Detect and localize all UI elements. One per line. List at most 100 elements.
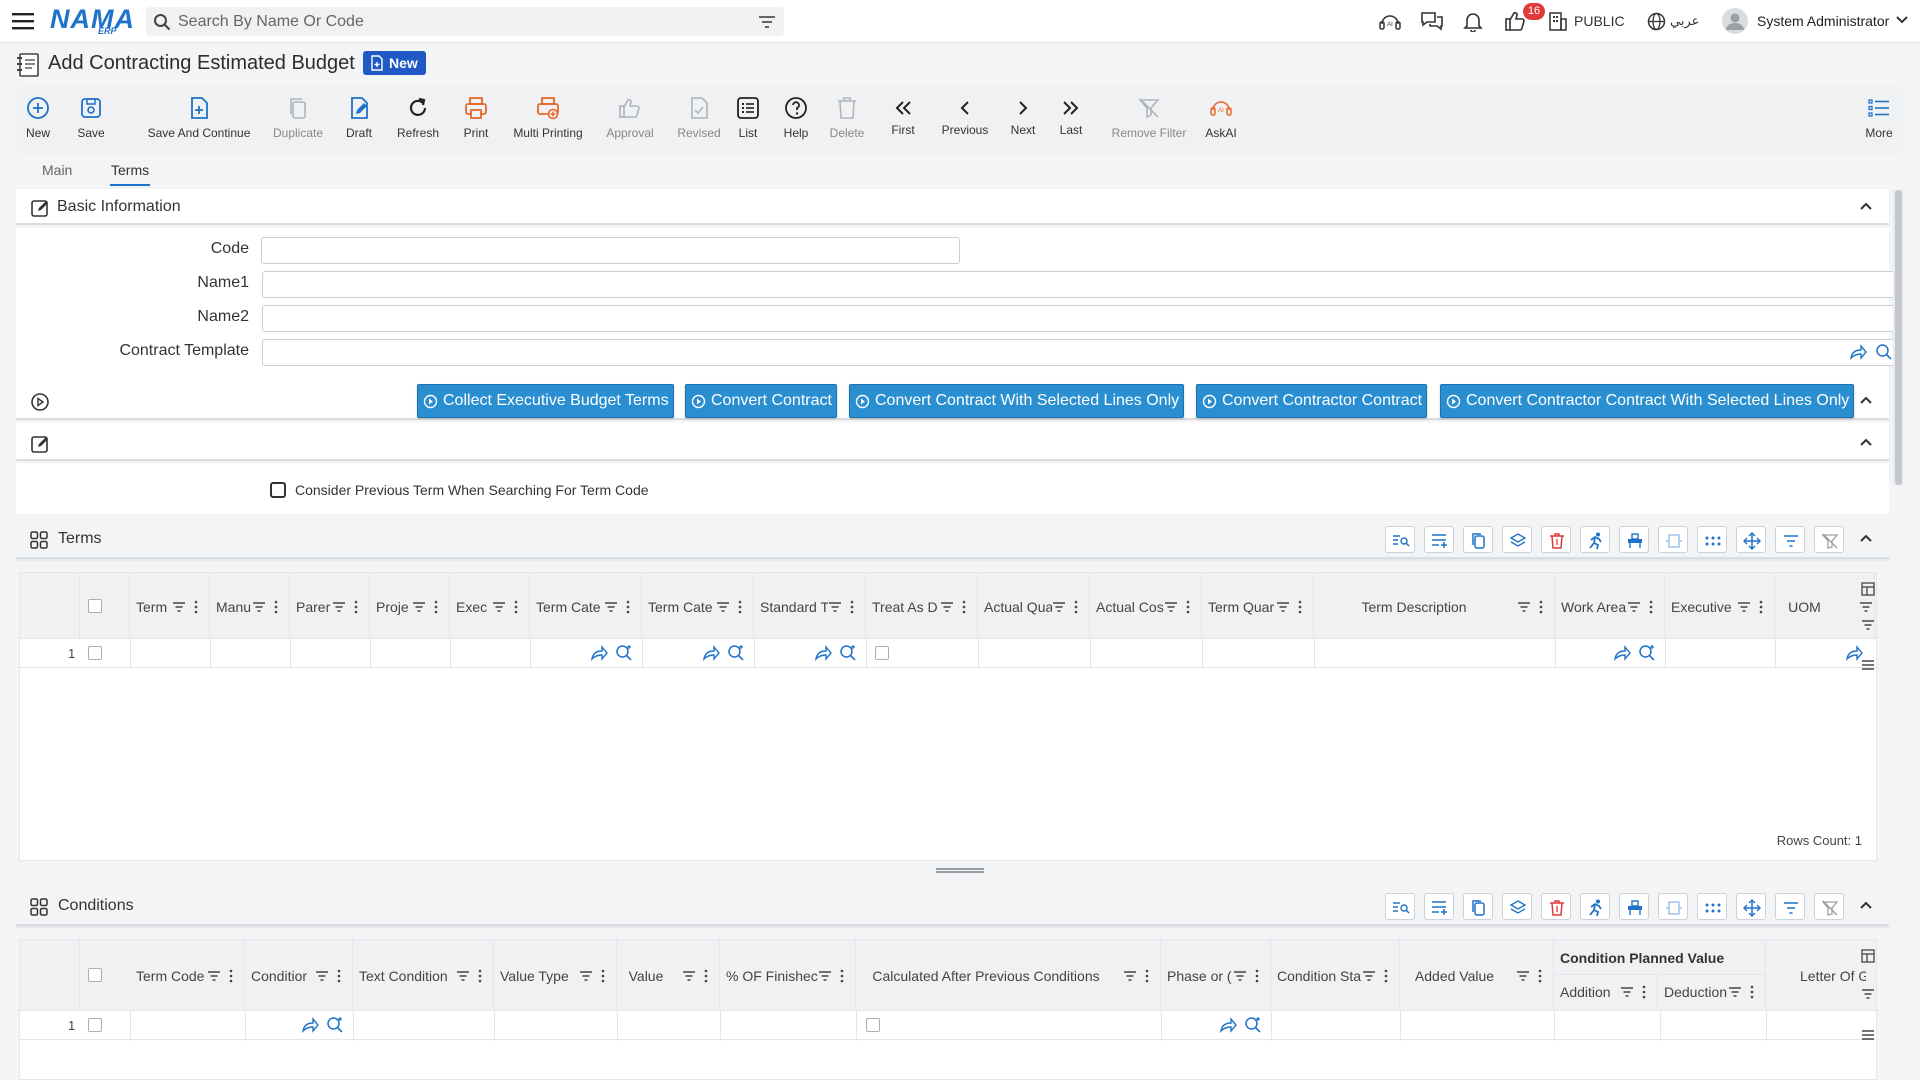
search-plus-icon[interactable]: [1244, 1016, 1262, 1034]
grid-tool-move-button[interactable]: [1736, 893, 1766, 920]
row-checkbox[interactable]: [88, 1018, 102, 1032]
column-filter-icon[interactable]: [1233, 969, 1247, 983]
grid-tool-running-button[interactable]: [1580, 526, 1610, 553]
grid-tool-add-row-button[interactable]: [1424, 526, 1454, 553]
grid-tool-filter-button[interactable]: [1775, 526, 1805, 553]
search-plus-icon[interactable]: [839, 644, 857, 662]
column-header[interactable]: Addition: [1554, 975, 1658, 1010]
column-filter-icon[interactable]: [1123, 969, 1137, 983]
search-plus-icon[interactable]: [1638, 644, 1656, 662]
language-switch[interactable]: عربي: [1670, 13, 1699, 29]
column-header[interactable]: Phase or (: [1161, 940, 1271, 1010]
grid-tool-table-stamp-button[interactable]: [1619, 526, 1649, 553]
column-header[interactable]: Term: [130, 573, 210, 639]
column-header[interactable]: Term Description: [1314, 573, 1555, 639]
search-plus-icon[interactable]: [326, 1016, 344, 1034]
chat-icon[interactable]: [1420, 10, 1444, 32]
column-filter-icon[interactable]: [1516, 969, 1530, 983]
column-header[interactable]: Manu: [210, 573, 290, 639]
column-filter-icon[interactable]: [456, 969, 470, 983]
column-header[interactable]: Exec: [450, 573, 530, 639]
column-header[interactable]: Text Condition: [353, 940, 494, 1010]
column-chooser-icon[interactable]: [1861, 582, 1875, 596]
column-menu-icon[interactable]: [850, 600, 854, 614]
askai-button[interactable]: AI AskAI: [1196, 86, 1246, 154]
column-header[interactable]: Treat As D: [866, 573, 978, 639]
column-filter-icon[interactable]: [207, 969, 221, 983]
convert-contractor-contract-selected-lines-button[interactable]: Convert Contractor Contract With Selecte…: [1440, 384, 1855, 418]
multi-printing-button[interactable]: Multi Printing: [504, 86, 592, 154]
column-menu-icon[interactable]: [1642, 985, 1646, 999]
column-menu-icon[interactable]: [1145, 969, 1149, 983]
column-header[interactable]: Value Type: [494, 940, 617, 1010]
column-chooser-icon[interactable]: [1861, 949, 1875, 963]
column-filter-icon[interactable]: [1164, 600, 1178, 614]
previous-button[interactable]: Previous: [938, 86, 992, 154]
column-header[interactable]: Conditior: [245, 940, 353, 1010]
column-header[interactable]: Term Code: [130, 940, 245, 1010]
filter-icon[interactable]: [1861, 987, 1875, 1001]
column-filter-icon[interactable]: [172, 600, 186, 614]
column-filter-icon[interactable]: [1052, 600, 1066, 614]
contract-template-field[interactable]: [262, 339, 1898, 366]
share-icon[interactable]: [1613, 645, 1631, 661]
convert-contract-button[interactable]: Convert Contract: [685, 384, 837, 418]
grid-tool-search-list-button[interactable]: [1385, 893, 1415, 920]
search-plus-icon[interactable]: [615, 644, 633, 662]
menu-icon[interactable]: [12, 11, 34, 31]
grid-tool-copy-button[interactable]: [1463, 893, 1493, 920]
column-header[interactable]: Executive: [1665, 573, 1775, 639]
new-button[interactable]: New: [20, 86, 56, 154]
column-menu-icon[interactable]: [434, 600, 438, 614]
duplicate-button[interactable]: Duplicate: [265, 86, 331, 154]
column-menu-icon[interactable]: [1538, 969, 1542, 983]
column-menu-icon[interactable]: [738, 600, 742, 614]
chevron-up-icon[interactable]: [1859, 201, 1873, 211]
column-menu-icon[interactable]: [354, 600, 358, 614]
share-icon[interactable]: [702, 645, 720, 661]
column-header[interactable]: Actual Qua: [978, 573, 1090, 639]
grid-tool-fit-columns-button[interactable]: [1658, 893, 1688, 920]
column-header[interactable]: Proje: [370, 573, 450, 639]
column-menu-icon[interactable]: [478, 969, 482, 983]
grid-tool-filter-off-button[interactable]: [1814, 893, 1844, 920]
help-button[interactable]: Help: [776, 86, 816, 154]
column-filter-icon[interactable]: [1859, 600, 1873, 614]
cell-checkbox[interactable]: [875, 646, 889, 660]
column-header[interactable]: UOM: [1775, 573, 1875, 639]
column-menu-icon[interactable]: [194, 600, 198, 614]
column-header[interactable]: Calculated After Previous Conditions: [856, 940, 1161, 1010]
column-menu-icon[interactable]: [514, 600, 518, 614]
column-header[interactable]: Actual Cos: [1090, 573, 1202, 639]
select-all-checkbox[interactable]: [88, 968, 102, 982]
search-input[interactable]: [178, 11, 738, 32]
column-menu-icon[interactable]: [1298, 600, 1302, 614]
column-filter-icon[interactable]: [252, 600, 266, 614]
code-field[interactable]: [261, 237, 960, 264]
share-icon[interactable]: [814, 645, 832, 661]
grid-tool-layers-button[interactable]: [1502, 526, 1532, 553]
chevron-up-icon[interactable]: [1859, 900, 1873, 910]
first-button[interactable]: First: [886, 86, 920, 154]
chevron-down-icon[interactable]: [1895, 15, 1909, 25]
column-header[interactable]: Deduction: [1658, 975, 1766, 1010]
column-menu-icon[interactable]: [1750, 985, 1754, 999]
select-all-checkbox[interactable]: [88, 599, 102, 613]
column-header[interactable]: Term Quar: [1202, 573, 1314, 639]
column-header[interactable]: Term Cate: [642, 573, 754, 639]
convert-contractor-contract-button[interactable]: Convert Contractor Contract: [1196, 384, 1428, 418]
draft-button[interactable]: Draft: [332, 86, 386, 154]
ai-assistant-icon[interactable]: AI: [1378, 10, 1402, 32]
row-checkbox[interactable]: [88, 646, 102, 660]
lines-icon[interactable]: [1861, 1028, 1875, 1042]
consider-previous-term-checkbox[interactable]: [270, 482, 286, 498]
print-button[interactable]: Print: [452, 86, 500, 154]
filter-icon[interactable]: [1861, 618, 1875, 632]
grid-tool-trash-button[interactable]: [1541, 893, 1571, 920]
table-row[interactable]: 1: [20, 1010, 1876, 1041]
column-menu-icon[interactable]: [704, 969, 708, 983]
column-header[interactable]: Added Value: [1400, 940, 1554, 1010]
grid-tool-copy-button[interactable]: [1463, 526, 1493, 553]
share-icon[interactable]: [590, 645, 608, 661]
tab-terms[interactable]: Terms: [111, 162, 149, 178]
